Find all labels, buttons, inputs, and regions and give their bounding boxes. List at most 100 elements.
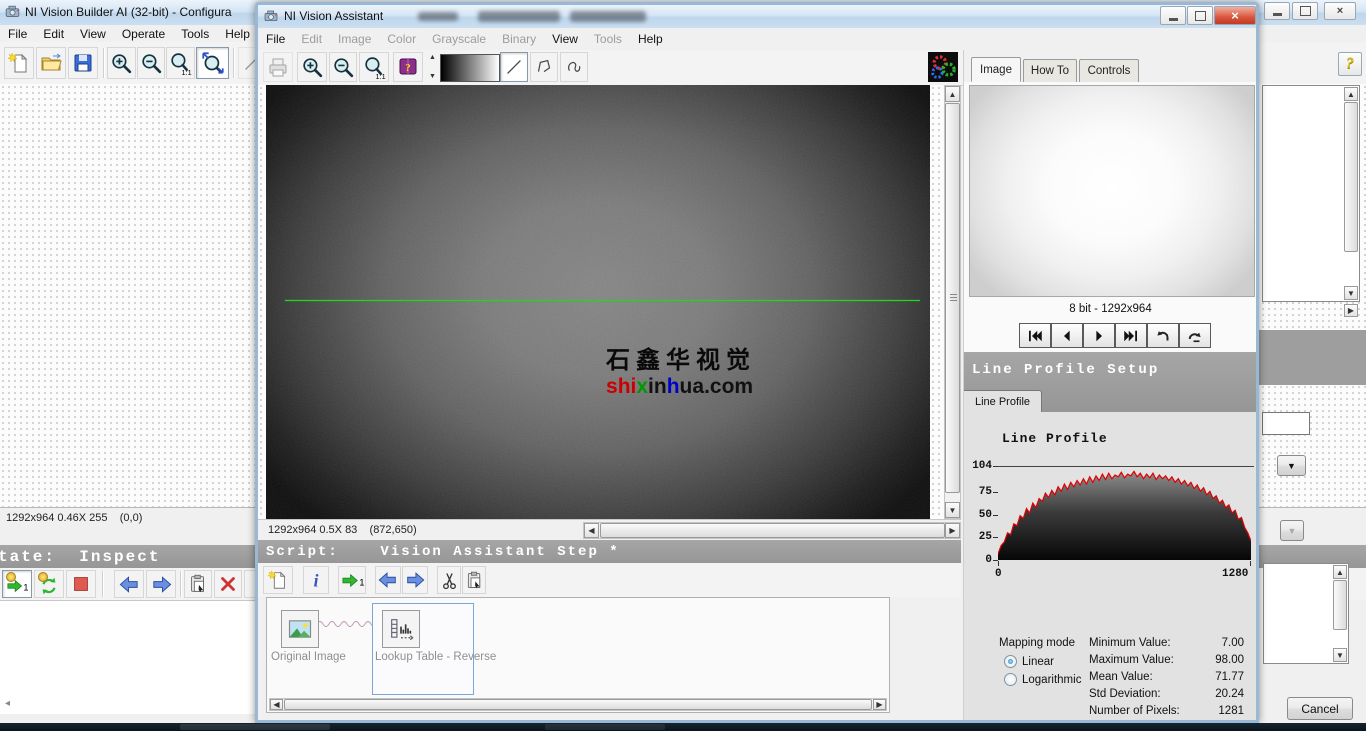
tab-how-to[interactable]: How To <box>1023 59 1077 82</box>
tab-image[interactable]: Image <box>971 57 1021 82</box>
script-forward-button[interactable] <box>402 566 428 594</box>
script-hscroll-thumb[interactable] <box>284 699 872 710</box>
state-panel-scroll-left[interactable]: ◂ <box>5 698 10 709</box>
palette-spinner[interactable]: ▲▼ <box>427 54 438 80</box>
broken-line-tool-button[interactable] <box>530 52 558 82</box>
builder-menu-tools[interactable]: Tools <box>173 24 217 44</box>
builder-menu-help[interactable]: Help <box>217 24 258 44</box>
assistant-close-button[interactable]: × <box>1214 6 1256 25</box>
spinner-up-icon[interactable]: ▲ <box>429 54 436 61</box>
assistant-maximize-button[interactable] <box>1187 6 1213 25</box>
main-image[interactable]: 石鑫华视觉 shixinhua.com <box>266 85 930 519</box>
viewer-scroll-down[interactable]: ▼ <box>945 502 960 518</box>
redo-button[interactable] <box>1179 323 1211 348</box>
run-inspection-once-button[interactable] <box>2 570 32 598</box>
print-button[interactable] <box>263 52 293 82</box>
cut-step-button[interactable] <box>437 566 461 594</box>
taskbar-item[interactable] <box>545 724 665 730</box>
builder-zoom-in-button[interactable] <box>107 47 136 79</box>
assistant-zoom-out-button[interactable] <box>329 52 357 82</box>
right-listbox-scroll-up[interactable]: ▲ <box>1333 565 1347 579</box>
assistant-menu-file[interactable]: File <box>258 29 293 49</box>
script-back-button[interactable] <box>375 566 401 594</box>
watermark-letter: u <box>680 375 693 398</box>
builder-zoom-fit-button[interactable] <box>196 47 229 79</box>
help-book-button[interactable] <box>393 52 423 82</box>
builder-right-listbox[interactable]: ▲ ▼ <box>1263 563 1349 664</box>
state-back-button[interactable] <box>114 570 144 598</box>
line-tool-button[interactable] <box>500 52 528 82</box>
right-list-scroll-down[interactable]: ▼ <box>1344 286 1358 300</box>
builder-menu-file[interactable]: File <box>0 24 35 44</box>
paste-step-button[interactable] <box>184 570 212 598</box>
builder-menu-edit[interactable]: Edit <box>35 24 72 44</box>
step-info-button[interactable] <box>303 566 329 594</box>
assistant-menu-help[interactable]: Help <box>630 29 671 49</box>
builder-right-dropdown-disabled[interactable]: ▼ <box>1280 520 1304 541</box>
right-listbox-scroll-down[interactable]: ▼ <box>1333 648 1347 662</box>
state-forward-button[interactable] <box>146 570 176 598</box>
run-inspection-loop-button[interactable] <box>34 570 64 598</box>
run-script-once-button[interactable] <box>338 566 366 594</box>
stop-inspection-button[interactable] <box>66 570 96 598</box>
viewer-hscrollbar[interactable]: ◀ ▶ <box>583 522 961 539</box>
line-profile-roi-line[interactable] <box>285 300 920 301</box>
viewer-vscrollbar[interactable]: ▲ ▼ <box>944 85 961 519</box>
new-inspection-button[interactable] <box>4 47 34 79</box>
script-hscrollbar[interactable]: ◀ ▶ <box>269 698 887 711</box>
viewer-hscroll-thumb[interactable] <box>600 523 945 538</box>
right-list-scroll-up[interactable]: ▲ <box>1344 87 1358 101</box>
prev-frame-button[interactable] <box>1051 323 1083 348</box>
assistant-menu-view[interactable]: View <box>544 29 586 49</box>
spinner-down-icon[interactable]: ▼ <box>429 73 436 80</box>
watermark-letter: n <box>654 375 667 398</box>
builder-right-text-input[interactable] <box>1262 412 1310 435</box>
assistant-minimize-button[interactable] <box>1160 6 1186 25</box>
builder-minimize-button[interactable] <box>1264 2 1290 20</box>
builder-right-list[interactable]: ▲ ▼ <box>1262 85 1360 302</box>
right-listbox-scroll-thumb[interactable] <box>1333 580 1347 630</box>
taskbar-strip[interactable] <box>0 723 1366 731</box>
stat-label: Mean Value: <box>1089 671 1153 683</box>
next-frame-button[interactable] <box>1083 323 1115 348</box>
processed-image-preview[interactable] <box>969 85 1255 297</box>
setup-tab[interactable]: Line Profile <box>964 390 1042 413</box>
first-frame-button[interactable] <box>1019 323 1051 348</box>
undo-button[interactable] <box>1147 323 1179 348</box>
viewer-scroll-up[interactable]: ▲ <box>945 86 960 102</box>
script-hscroll-right[interactable]: ▶ <box>873 699 886 710</box>
right-list-hscroll-right[interactable]: ▶ <box>1344 304 1358 317</box>
original-image-step[interactable]: Original Image <box>271 603 369 693</box>
save-inspection-button[interactable] <box>68 47 98 79</box>
right-list-scroll-thumb[interactable] <box>1344 102 1358 252</box>
last-frame-button[interactable] <box>1115 323 1147 348</box>
builder-menu-operate[interactable]: Operate <box>114 24 173 44</box>
linear-radio-label[interactable]: Linear <box>1022 656 1054 668</box>
viewer-hscroll-right[interactable]: ▶ <box>945 523 960 538</box>
builder-help-button[interactable]: ? <box>1338 52 1362 76</box>
builder-menu-view[interactable]: View <box>72 24 114 44</box>
builder-zoom-out-button[interactable] <box>137 47 165 79</box>
assistant-zoom-in-button[interactable] <box>297 52 327 82</box>
freehand-tool-button[interactable] <box>560 52 588 82</box>
builder-zoom-1-1-button[interactable] <box>166 47 195 79</box>
open-inspection-button[interactable] <box>36 47 66 79</box>
builder-maximize-button[interactable] <box>1292 2 1318 20</box>
linear-radio[interactable] <box>1004 655 1017 668</box>
viewer-vscroll-thumb[interactable] <box>945 103 960 493</box>
builder-close-button[interactable]: × <box>1324 2 1356 20</box>
lookup-table-step[interactable]: Lookup Table - Reverse <box>372 603 474 695</box>
new-script-button[interactable] <box>263 566 293 594</box>
logarithmic-radio-label[interactable]: Logarithmic <box>1022 674 1081 686</box>
assistant-zoom-1-1-button[interactable] <box>359 52 389 82</box>
delete-step-button[interactable] <box>214 570 242 598</box>
tab-controls[interactable]: Controls <box>1079 59 1139 82</box>
taskbar-item[interactable] <box>180 724 330 730</box>
assistant-titlebar[interactable]: NI Vision Assistant × <box>258 5 1256 29</box>
paste-step-script-button[interactable] <box>462 566 486 594</box>
builder-right-dropdown[interactable]: ▼ <box>1277 455 1306 476</box>
viewer-hscroll-left[interactable]: ◀ <box>584 523 599 538</box>
script-hscroll-left[interactable]: ◀ <box>270 699 283 710</box>
logarithmic-radio[interactable] <box>1004 673 1017 686</box>
cancel-button[interactable]: Cancel <box>1287 697 1353 720</box>
